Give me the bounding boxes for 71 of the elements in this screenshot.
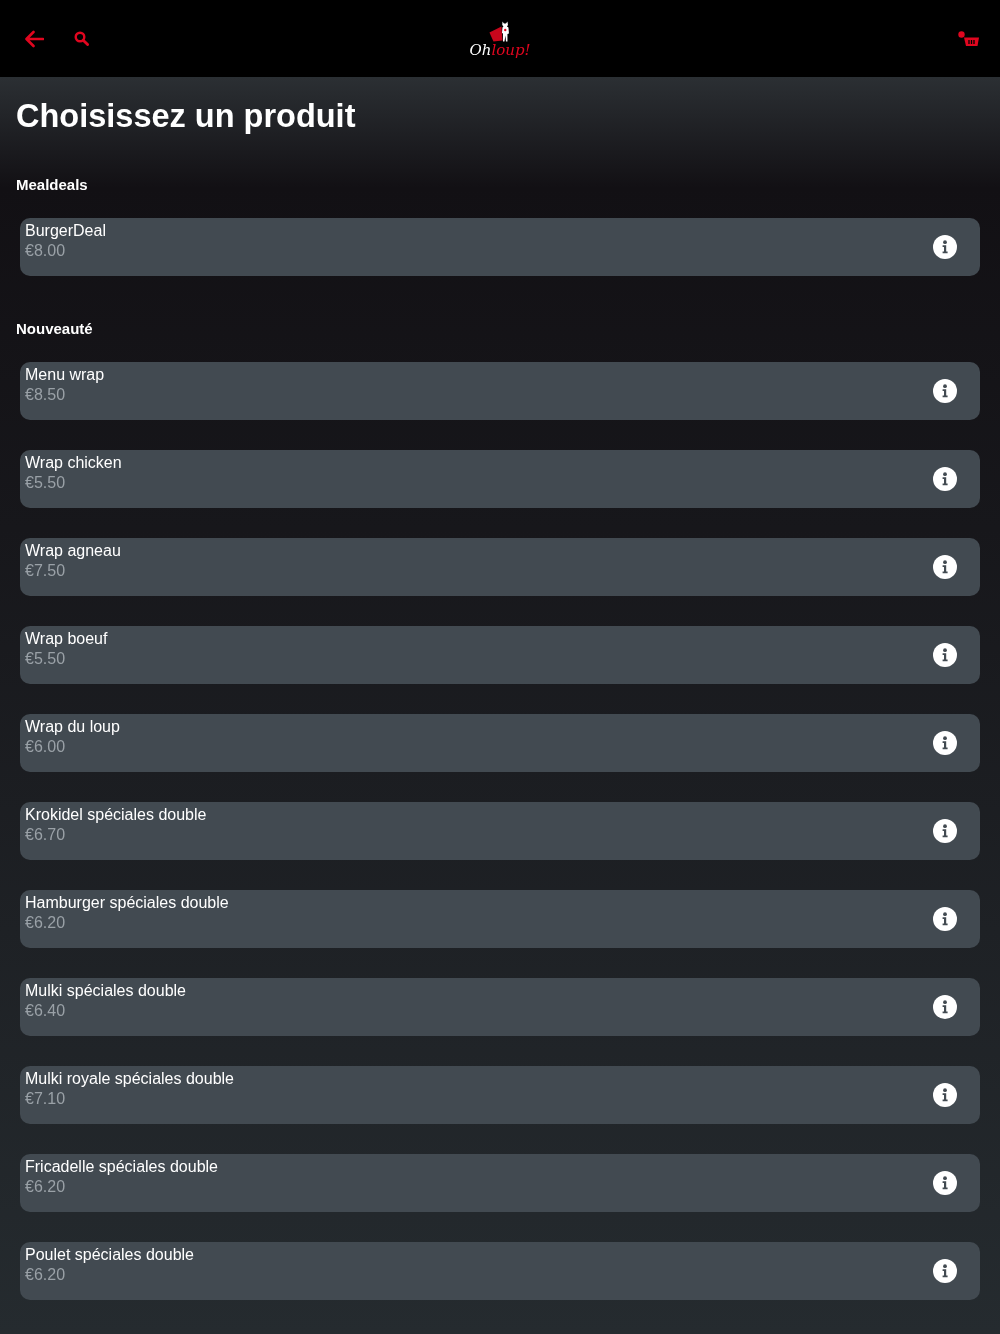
info-icon: [933, 1259, 957, 1283]
product-card[interactable]: Wrap du loup €6.00: [20, 714, 980, 772]
logo-text: loup!: [491, 40, 531, 58]
product-card[interactable]: Hamburger spéciales double €6.20: [20, 890, 980, 948]
product-name: Fricadelle spéciales double: [25, 1157, 219, 1177]
logo-text: Oh: [469, 40, 492, 58]
product-price: €7.10: [25, 1089, 67, 1109]
info-button[interactable]: [933, 1083, 957, 1107]
product-price: €8.00: [25, 241, 67, 261]
product-price: €6.20: [25, 1265, 67, 1285]
product-name: Menu wrap: [25, 365, 106, 385]
info-button[interactable]: [933, 731, 957, 755]
info-button[interactable]: [933, 379, 957, 403]
product-price: €6.70: [25, 825, 67, 845]
product-card[interactable]: BurgerDeal €8.00: [20, 218, 980, 276]
product-price: €5.50: [25, 473, 67, 493]
product-card[interactable]: Wrap agneau €7.50: [20, 538, 980, 596]
info-icon: [933, 643, 957, 667]
product-card[interactable]: Wrap chicken €5.50: [20, 450, 980, 508]
basket-icon: [958, 30, 980, 47]
section-heading: Mealdeals: [16, 176, 89, 194]
product-price: €6.20: [25, 913, 67, 933]
product-name: Wrap du loup: [25, 717, 121, 737]
info-icon: [933, 235, 957, 259]
product-card[interactable]: Krokidel spéciales double €6.70: [20, 802, 980, 860]
product-price: €6.00: [25, 737, 67, 757]
product-card[interactable]: Menu wrap €8.50: [20, 362, 980, 420]
product-name: Wrap boeuf: [25, 629, 109, 649]
info-icon: [933, 731, 957, 755]
page-title: Choisissez un produit: [16, 97, 357, 136]
info-button[interactable]: [933, 555, 957, 579]
product-name: BurgerDeal: [25, 221, 107, 241]
info-button[interactable]: [933, 235, 957, 259]
info-icon: [933, 907, 957, 931]
product-name: Wrap chicken: [25, 453, 123, 473]
info-button[interactable]: [933, 643, 957, 667]
product-name: Mulki spéciales double: [25, 981, 187, 1001]
info-button[interactable]: [933, 907, 957, 931]
info-icon: [933, 555, 957, 579]
product-name: Wrap agneau: [25, 541, 122, 561]
product-price: €6.40: [25, 1001, 67, 1021]
info-icon: [933, 1171, 957, 1195]
product-card[interactable]: Fricadelle spéciales double €6.20: [20, 1154, 980, 1212]
product-price: €5.50: [25, 649, 67, 669]
info-icon: [933, 379, 957, 403]
section-heading: Nouveauté: [16, 320, 94, 338]
info-icon: [933, 467, 957, 491]
product-card[interactable]: Mulki royale spéciales double €7.10: [20, 1066, 980, 1124]
product-card[interactable]: Poulet spéciales double €6.20: [20, 1242, 980, 1300]
product-name: Hamburger spéciales double: [25, 893, 230, 913]
back-arrow-icon: [24, 29, 44, 48]
product-price: €8.50: [25, 385, 67, 405]
info-icon: [933, 1083, 957, 1107]
info-button[interactable]: [933, 467, 957, 491]
info-icon: [933, 995, 957, 1019]
product-price: €7.50: [25, 561, 67, 581]
product-name: Mulki royale spéciales double: [25, 1069, 235, 1089]
back-button[interactable]: [24, 29, 44, 48]
product-card[interactable]: Wrap boeuf €5.50: [20, 626, 980, 684]
search-icon: [74, 31, 89, 46]
product-price: €6.20: [25, 1177, 67, 1197]
product-name: Krokidel spéciales double: [25, 805, 208, 825]
info-button[interactable]: [933, 1259, 957, 1283]
product-name: Poulet spéciales double: [25, 1245, 195, 1265]
cart-button[interactable]: [958, 30, 980, 47]
info-icon: [933, 819, 957, 843]
info-button[interactable]: [933, 819, 957, 843]
search-button[interactable]: [74, 31, 89, 46]
info-button[interactable]: [933, 995, 957, 1019]
product-card[interactable]: Mulki spéciales double €6.40: [20, 978, 980, 1036]
info-button[interactable]: [933, 1171, 957, 1195]
